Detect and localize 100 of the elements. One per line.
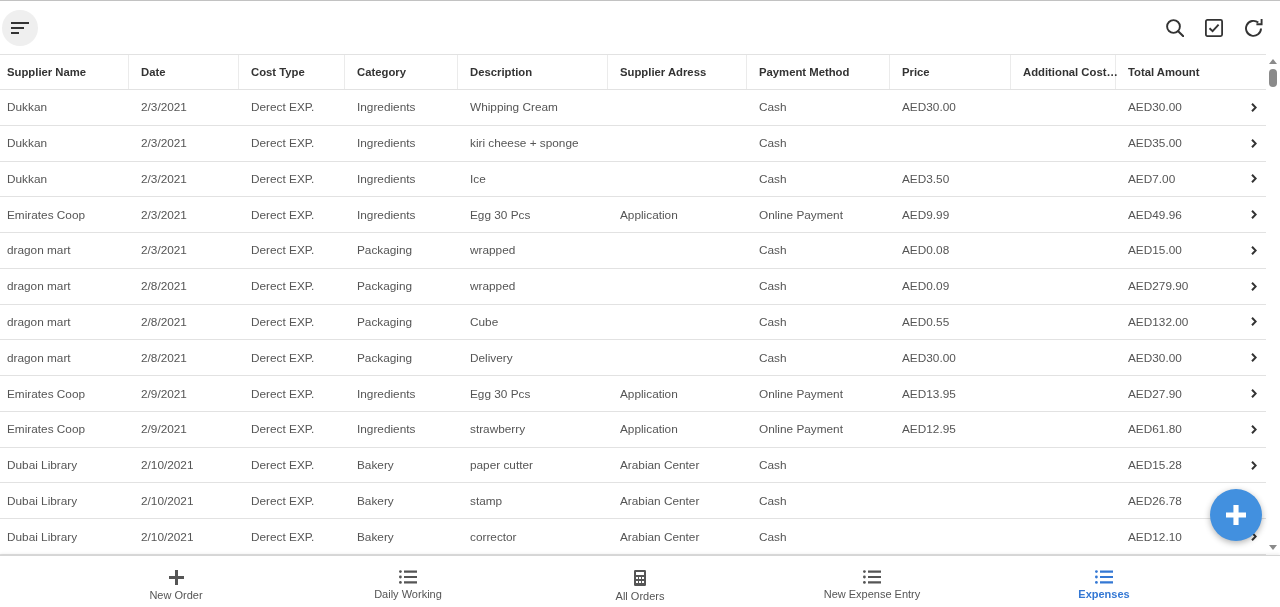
table-cell: Cash xyxy=(759,493,787,508)
table-cell: 2/10/2021 xyxy=(141,529,194,544)
table-cell: Dubai Library xyxy=(7,493,78,508)
table-cell: 2/8/2021 xyxy=(141,279,187,294)
column-header[interactable]: Description xyxy=(470,66,533,78)
table-cell: Derect EXP. xyxy=(251,279,315,294)
chevron-right-icon[interactable] xyxy=(1251,389,1257,398)
table-cell: AED9.99 xyxy=(902,207,950,222)
table-cell: Arabian Center xyxy=(620,493,700,508)
table-cell: Application xyxy=(620,386,678,401)
table-cell: AED132.00 xyxy=(1128,314,1189,329)
search-button[interactable] xyxy=(1166,18,1184,37)
table-cell: dragon mart xyxy=(7,243,71,258)
table-cell: wrapped xyxy=(470,243,516,258)
table-cell: AED0.55 xyxy=(902,314,950,329)
table-cell: Packaging xyxy=(357,314,413,329)
chevron-right-icon[interactable] xyxy=(1251,210,1257,220)
table-cell: AED30.00 xyxy=(902,100,956,115)
column-header[interactable]: Supplier Adress xyxy=(620,66,707,78)
table-cell: Bakery xyxy=(357,529,394,544)
chevron-right-icon[interactable] xyxy=(1251,138,1257,148)
table-cell: AED30.00 xyxy=(902,350,956,365)
table-cell: Derect EXP. xyxy=(251,207,315,222)
chevron-right-icon[interactable] xyxy=(1251,317,1257,327)
chevron-right-icon[interactable] xyxy=(1251,424,1257,434)
table-cell: Bakery xyxy=(357,493,394,508)
table-cell: Online Payment xyxy=(759,207,843,222)
table-cell: Cash xyxy=(759,171,787,186)
refresh-icon xyxy=(1244,18,1263,37)
scroll-up-arrow-icon[interactable] xyxy=(1269,59,1277,64)
table-cell: Ingredients xyxy=(357,136,416,151)
table-cell: Cash xyxy=(759,314,787,329)
refresh-button[interactable] xyxy=(1244,18,1263,37)
table-cell: corrector xyxy=(470,529,517,544)
table-cell: Application xyxy=(620,207,678,222)
table-cell: AED27.90 xyxy=(1128,386,1182,401)
chevron-right-icon[interactable] xyxy=(1251,281,1257,291)
select-button[interactable] xyxy=(1205,18,1223,37)
list-icon xyxy=(863,570,881,584)
scroll-down-arrow-icon[interactable] xyxy=(1269,545,1277,550)
scrollbar-thumb[interactable] xyxy=(1269,69,1277,87)
table-cell: Emirates Coop xyxy=(7,207,86,222)
table-cell: kiri cheese + sponge xyxy=(470,136,579,151)
table-cell: Ingredients xyxy=(357,171,416,186)
table-cell: 2/3/2021 xyxy=(141,207,187,222)
table-cell: dragon mart xyxy=(7,350,71,365)
column-header[interactable]: Payment Method xyxy=(759,66,850,78)
table-cell: Egg 30 Pcs xyxy=(470,207,531,222)
table-cell: 2/9/2021 xyxy=(141,386,187,401)
table-cell: dragon mart xyxy=(7,279,71,294)
table-cell: Derect EXP. xyxy=(251,422,315,437)
table-cell: Ingredients xyxy=(357,207,416,222)
table-cell: AED12.95 xyxy=(902,422,956,437)
checkbox-icon xyxy=(1205,18,1223,37)
table-cell: Cash xyxy=(759,279,787,294)
column-header[interactable]: Date xyxy=(141,66,166,78)
table-cell: 2/8/2021 xyxy=(141,314,187,329)
list-icon xyxy=(399,570,417,584)
sort-button[interactable] xyxy=(2,9,38,46)
nav-tab[interactable]: All Orders xyxy=(615,570,665,603)
column-header[interactable]: Category xyxy=(357,66,406,78)
chevron-right-icon[interactable] xyxy=(1251,245,1257,255)
table-cell: Derect EXP. xyxy=(251,314,315,329)
nav-tab[interactable]: New Expense Entry xyxy=(823,570,921,601)
table-cell: AED15.28 xyxy=(1128,458,1182,473)
column-header[interactable]: Cost Type xyxy=(251,66,305,78)
table-cell: Arabian Center xyxy=(620,529,700,544)
table-cell: Cash xyxy=(759,136,787,151)
column-header[interactable]: Total Amount xyxy=(1128,66,1200,78)
column-header[interactable]: Additional Cost… xyxy=(1023,66,1118,78)
table-cell: 2/3/2021 xyxy=(141,136,187,151)
table-cell: 2/9/2021 xyxy=(141,422,187,437)
chevron-right-icon[interactable] xyxy=(1251,102,1257,112)
table-cell: Egg 30 Pcs xyxy=(470,386,531,401)
table-cell: stamp xyxy=(470,493,503,508)
table-cell: 2/3/2021 xyxy=(141,243,187,258)
table-cell: AED35.00 xyxy=(1128,136,1182,151)
table-cell: Derect EXP. xyxy=(251,100,315,115)
column-header[interactable]: Supplier Name xyxy=(7,66,87,78)
table-cell: Cash xyxy=(759,529,787,544)
nav-tab[interactable]: Daily Working xyxy=(374,570,442,601)
table-cell: dragon mart xyxy=(7,314,71,329)
nav-tab[interactable]: Expenses xyxy=(1078,570,1130,601)
plus-icon xyxy=(1226,505,1246,525)
search-icon xyxy=(1166,18,1184,37)
chevron-right-icon[interactable] xyxy=(1251,353,1257,363)
table-cell: Derect EXP. xyxy=(251,529,315,544)
nav-tab[interactable]: New Order xyxy=(149,570,203,602)
table-cell: AED7.00 xyxy=(1128,171,1176,186)
column-header[interactable]: Price xyxy=(902,66,930,78)
table-cell: Delivery xyxy=(470,350,513,365)
table-cell: 2/10/2021 xyxy=(141,493,194,508)
chevron-right-icon[interactable] xyxy=(1251,460,1257,470)
table-cell: 2/3/2021 xyxy=(141,100,187,115)
table-cell: Dukkan xyxy=(7,136,47,151)
table-cell: Cash xyxy=(759,350,787,365)
table-cell: Packaging xyxy=(357,350,413,365)
table-cell: Dubai Library xyxy=(7,529,78,544)
chevron-right-icon[interactable] xyxy=(1251,174,1257,184)
table-cell: Whipping Cream xyxy=(470,100,558,115)
